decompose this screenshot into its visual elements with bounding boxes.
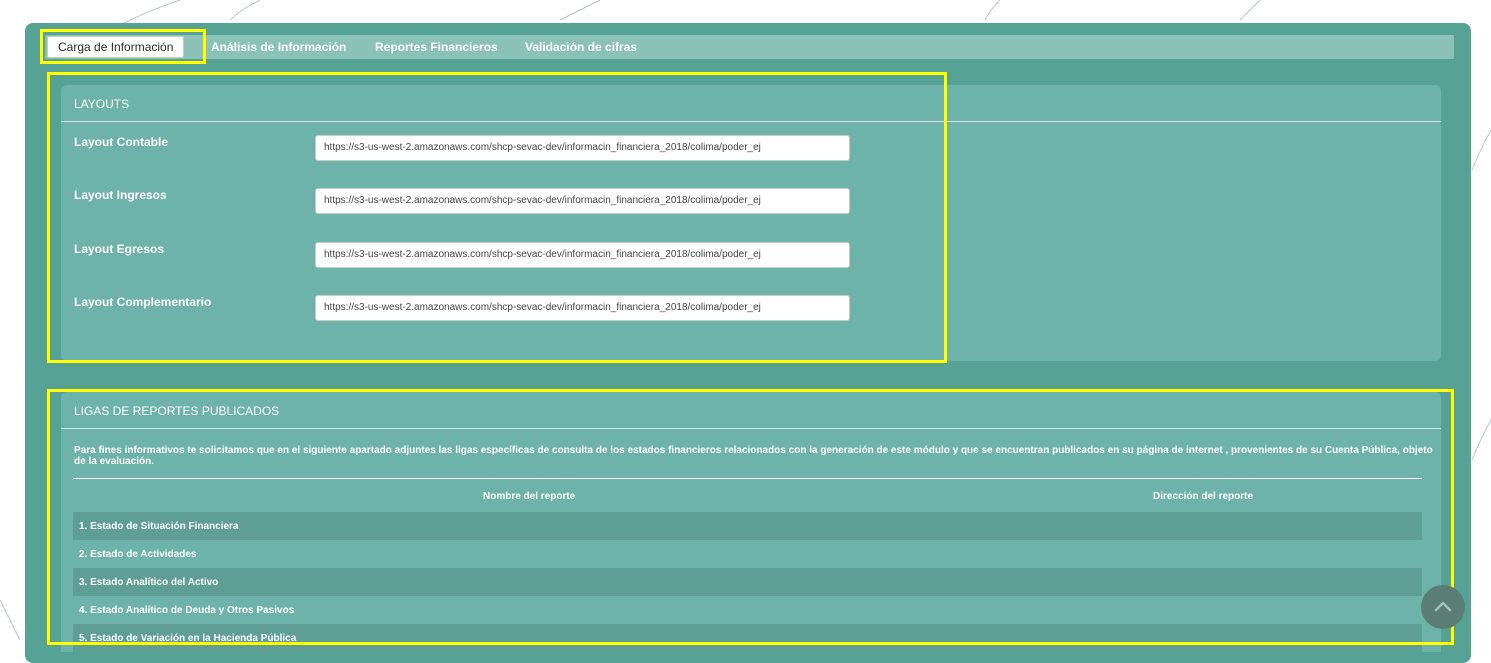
- highlight-tab: [40, 29, 206, 64]
- tab-validacion-cifras[interactable]: Validación de cifras: [525, 36, 637, 58]
- highlight-layouts: [47, 72, 947, 363]
- chevron-up-icon: [1434, 601, 1452, 612]
- tab-analisis-informacion[interactable]: Análisis de Información: [211, 36, 346, 58]
- tab-reportes-financieros[interactable]: Reportes Financieros: [375, 36, 498, 58]
- highlight-ligas: [47, 389, 1454, 645]
- scroll-top-button[interactable]: [1421, 585, 1465, 629]
